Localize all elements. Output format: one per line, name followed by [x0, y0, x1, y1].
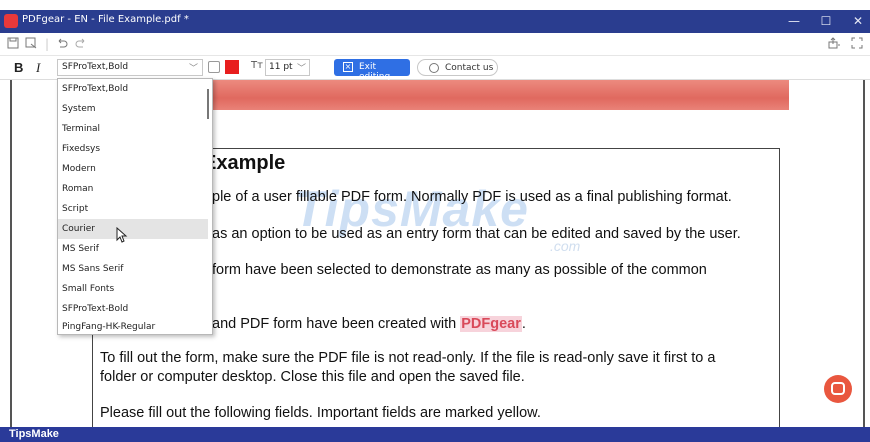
- font-option[interactable]: MS Sans Serif: [58, 259, 208, 279]
- font-option[interactable]: SFProText,Bold: [58, 79, 208, 99]
- paragraph-line[interactable]: form have been selected to demonstrate a…: [212, 262, 707, 278]
- save-as-icon[interactable]: [24, 37, 38, 51]
- font-dropdown-list[interactable]: SFProText,Bold System Terminal Fixedsys …: [57, 78, 213, 335]
- exit-icon: ×: [343, 62, 353, 72]
- font-option[interactable]: Roman: [58, 179, 208, 199]
- paragraph-line[interactable]: ple of a user fillable PDF form. Normall…: [212, 189, 732, 205]
- exit-editing-label: Exit editing: [359, 62, 391, 82]
- contact-icon: [429, 63, 439, 73]
- undo-icon[interactable]: [55, 37, 69, 51]
- paragraph-line[interactable]: To fill out the form, make sure the PDF …: [100, 350, 715, 366]
- font-size-value: 11 pt: [269, 62, 293, 72]
- paragraph-text: and PDF form have been created with: [212, 316, 461, 332]
- ai-assistant-button[interactable]: [824, 375, 852, 403]
- separator: |: [44, 37, 50, 51]
- font-size-select[interactable]: 11 pt ﹀: [265, 59, 310, 76]
- title-bar: PDFgear - EN - File Example.pdf * — ☐ ✕: [0, 10, 870, 33]
- font-option[interactable]: MS Serif: [58, 239, 208, 259]
- font-option[interactable]: PingFang-HK-Regular: [58, 317, 208, 337]
- fullscreen-icon[interactable]: [850, 37, 864, 51]
- font-family-value: SFProText,Bold: [62, 62, 129, 72]
- fill-color-icon[interactable]: [208, 61, 220, 73]
- font-option-hovered[interactable]: Courier: [58, 219, 208, 239]
- font-size-icon: Tт: [251, 60, 263, 71]
- document-heading[interactable]: Example: [203, 152, 285, 175]
- paragraph-line[interactable]: as an option to be used as an entry form…: [212, 226, 741, 242]
- text-color-swatch[interactable]: [225, 60, 239, 74]
- font-option[interactable]: Script: [58, 199, 208, 219]
- window-title: PDFgear - EN - File Example.pdf *: [22, 14, 189, 25]
- contact-us-label: Contact us: [445, 63, 494, 73]
- chevron-down-icon: ﹀: [188, 64, 198, 74]
- exit-editing-button[interactable]: × Exit editing: [334, 59, 410, 82]
- font-option[interactable]: SFProText-Bold: [58, 299, 208, 319]
- bold-button[interactable]: B: [14, 60, 23, 75]
- font-option[interactable]: Modern: [58, 159, 208, 179]
- redo-icon[interactable]: [74, 37, 88, 51]
- close-button[interactable]: ✕: [848, 12, 868, 30]
- paragraph-text: .: [521, 316, 526, 332]
- paragraph-line[interactable]: folder or computer desktop. Close this f…: [100, 369, 525, 385]
- pdfgear-logo-icon: [4, 14, 18, 28]
- font-option[interactable]: Fixedsys: [58, 139, 208, 159]
- footer-watermark: TipsMake: [0, 427, 870, 442]
- italic-button[interactable]: I: [36, 60, 40, 76]
- maximize-button[interactable]: ☐: [816, 12, 836, 30]
- mouse-cursor-icon: [116, 227, 128, 243]
- font-option[interactable]: Terminal: [58, 119, 208, 139]
- font-family-select[interactable]: SFProText,Bold ﹀: [57, 59, 203, 76]
- contact-us-button[interactable]: Contact us: [417, 59, 498, 76]
- header-banner: [147, 80, 789, 110]
- share-icon[interactable]: [828, 37, 842, 51]
- quick-toolbar: |: [0, 33, 870, 56]
- pdfgear-brand-text: PDFgear: [460, 316, 522, 332]
- robot-icon: [831, 382, 845, 395]
- font-option[interactable]: System: [58, 99, 208, 119]
- font-option[interactable]: Small Fonts: [58, 279, 208, 299]
- paragraph-line[interactable]: and PDF form have been created with PDFg…: [212, 316, 526, 332]
- save-icon[interactable]: [6, 37, 20, 51]
- format-toolbar: B I SFProText,Bold ﹀ Tт 11 pt ﹀ × Exit e…: [0, 56, 870, 82]
- minimize-button[interactable]: —: [784, 12, 804, 30]
- paragraph-line[interactable]: Please fill out the following fields. Im…: [100, 405, 541, 421]
- chevron-down-icon: ﹀: [296, 64, 306, 74]
